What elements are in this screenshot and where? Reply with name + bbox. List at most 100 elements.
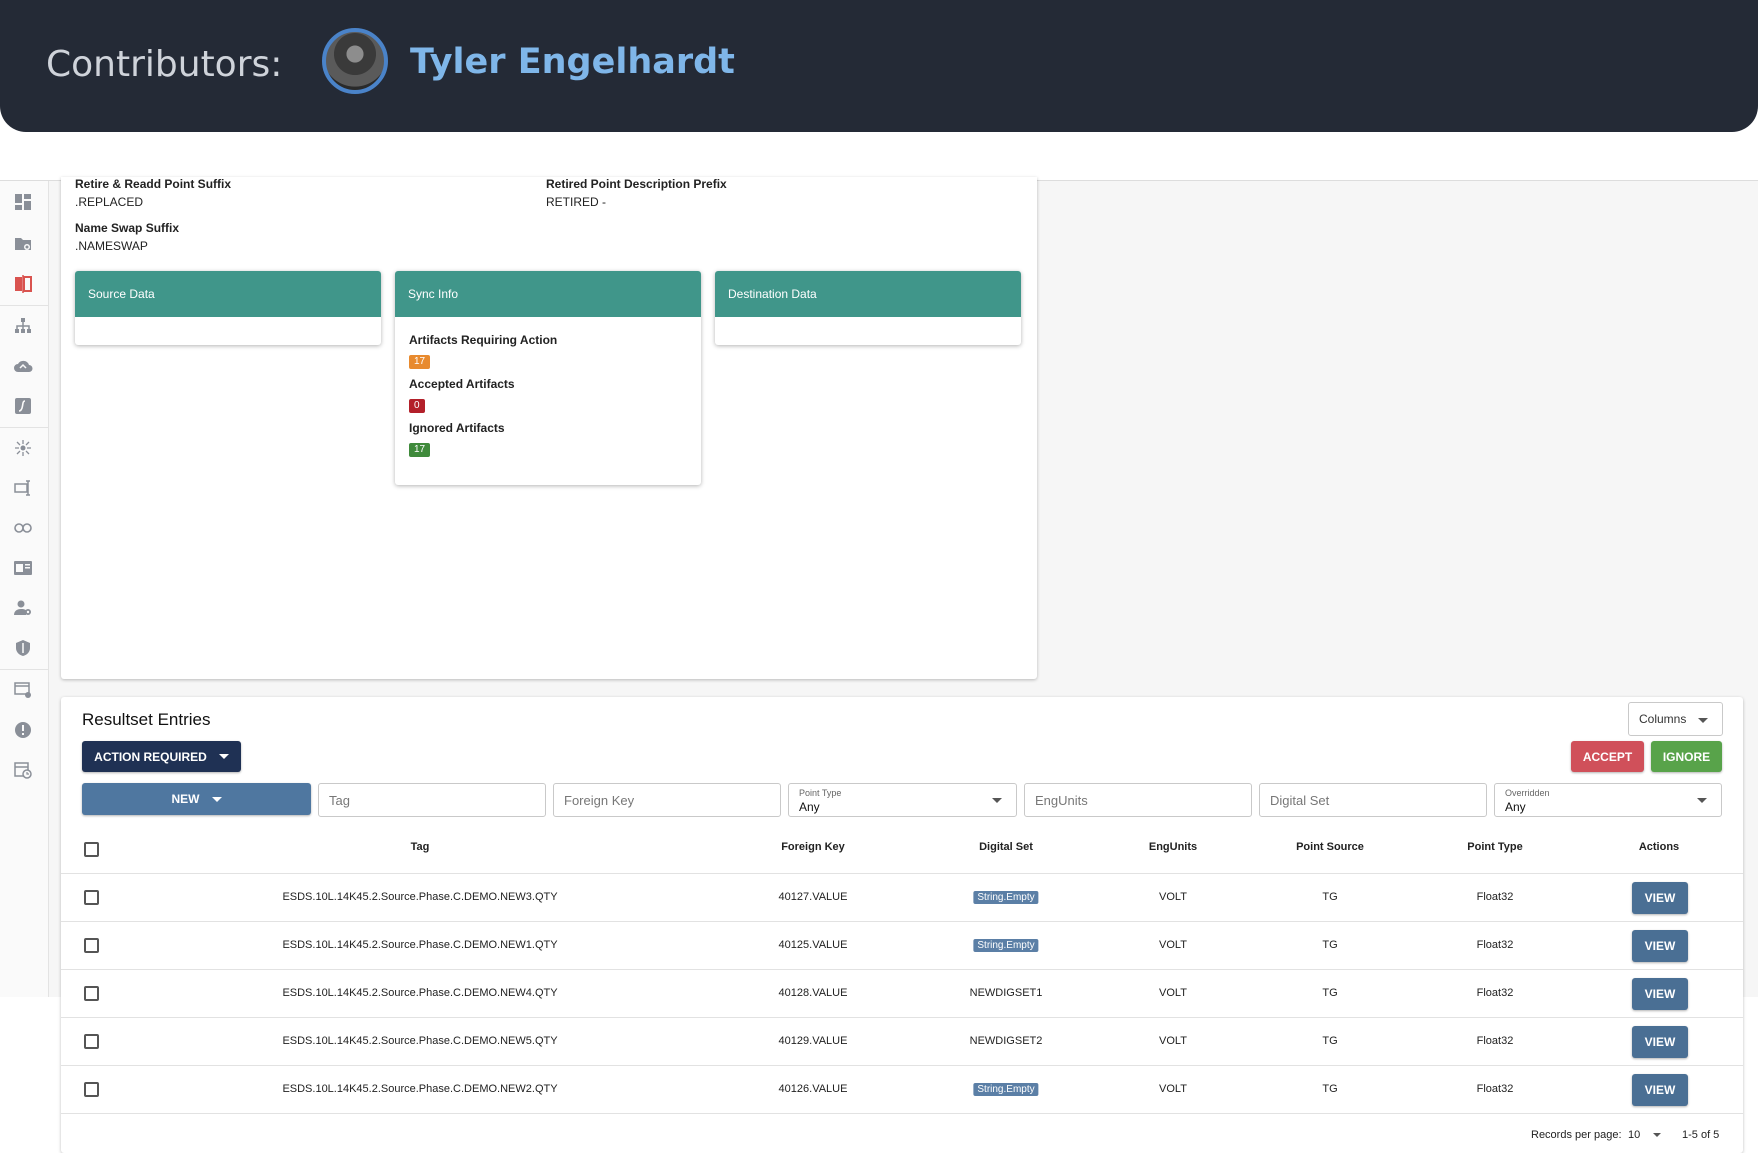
table-row: ESDS.10L.14K45.2.Source.Phase.C.DEMO.NEW… (61, 1017, 1743, 1066)
row-digital-set: NEWDIGSET2 (969, 1035, 1043, 1047)
select-all-checkbox[interactable] (84, 842, 99, 857)
new-status-label: NEW (171, 792, 200, 806)
row-ps: TG (1322, 987, 1338, 999)
point-type-select[interactable]: Point Type Any (788, 783, 1017, 817)
action-required-label: ACTION REQUIRED (94, 749, 207, 764)
engunits-filter-input[interactable]: EngUnits (1024, 783, 1252, 817)
cloud-sync-icon[interactable] (12, 355, 34, 377)
user-settings-icon[interactable] (12, 597, 34, 619)
row-fk: 40127.VALUE (778, 891, 848, 903)
table-row: ESDS.10L.14K45.2.Source.Phase.C.DEMO.NEW… (61, 1065, 1743, 1114)
resultset-panel: Resultset Entries Columns ACTION REQUIRE… (61, 697, 1743, 1153)
row-tag: ESDS.10L.14K45.2.Source.Phase.C.DEMO.NEW… (282, 1083, 558, 1095)
table-row: ESDS.10L.14K45.2.Source.Phase.C.DEMO.NEW… (61, 921, 1743, 970)
new-status-dropdown[interactable]: NEW (82, 783, 311, 815)
row-ps: TG (1322, 939, 1338, 951)
calendar-clock-icon[interactable] (12, 759, 34, 781)
sync-details-panel: Retire & Readd Point Suffix .REPLACED Re… (61, 177, 1037, 679)
function-icon[interactable] (12, 395, 34, 417)
chevron-down-icon (992, 798, 1002, 803)
retired-prefix-value: RETIRED - (546, 195, 606, 209)
contributor-name[interactable]: Tyler Engelhardt (410, 42, 735, 82)
accept-button[interactable]: ACCEPT (1571, 741, 1644, 772)
source-data-card: Source Data (75, 271, 381, 345)
view-button[interactable]: VIEW (1632, 1026, 1688, 1058)
row-pt: Float32 (1476, 1035, 1514, 1047)
row-fk: 40128.VALUE (778, 987, 848, 999)
col-digital-set[interactable]: Digital Set (979, 841, 1033, 853)
table-row: ESDS.10L.14K45.2.Source.Phase.C.DEMO.NEW… (61, 873, 1743, 922)
contributors-label: Contributors: (46, 44, 283, 85)
row-fk: 40125.VALUE (778, 939, 848, 951)
row-ps: TG (1322, 1035, 1338, 1047)
text-edit-icon[interactable] (12, 477, 34, 499)
records-per-page-label: Records per page: (1531, 1129, 1622, 1141)
row-digital-set: String.Empty (973, 891, 1039, 904)
tag-filter-input[interactable]: Tag (318, 783, 546, 817)
chevron-down-icon (1697, 798, 1707, 803)
col-foreign-key[interactable]: Foreign Key (781, 841, 845, 853)
avatar[interactable] (322, 28, 388, 94)
accepted-badge: 0 (409, 399, 425, 413)
link-icon[interactable] (12, 517, 34, 539)
row-tag: ESDS.10L.14K45.2.Source.Phase.C.DEMO.NEW… (282, 939, 558, 951)
row-checkbox[interactable] (84, 1034, 99, 1049)
row-tag: ESDS.10L.14K45.2.Source.Phase.C.DEMO.NEW… (282, 1035, 558, 1047)
row-eu: VOLT (1159, 987, 1187, 999)
network-node-icon[interactable] (12, 437, 34, 459)
folder-settings-icon[interactable] (12, 233, 34, 255)
col-engunits[interactable]: EngUnits (1149, 841, 1197, 853)
sync-info-card: Sync Info Artifacts Requiring Action 17 … (395, 271, 701, 485)
columns-label: Columns (1639, 712, 1687, 726)
col-actions: Actions (1638, 841, 1680, 853)
chevron-down-icon (1653, 1133, 1662, 1138)
accepted-label: Accepted Artifacts (409, 377, 515, 391)
overridden-select[interactable]: Overridden Any (1494, 783, 1722, 817)
row-checkbox[interactable] (84, 986, 99, 1001)
foreign-key-filter-input[interactable]: Foreign Key (553, 783, 781, 817)
dashboard-icon[interactable] (12, 191, 34, 213)
action-required-dropdown[interactable]: ACTION REQUIRED (82, 741, 241, 772)
col-point-type[interactable]: Point Type (1467, 841, 1522, 853)
app-area: Retire & Readd Point Suffix .REPLACED Re… (0, 177, 1758, 1153)
ignored-label: Ignored Artifacts (409, 421, 505, 435)
alert-gear-icon[interactable] (12, 719, 34, 741)
hierarchy-icon[interactable] (12, 315, 34, 337)
col-point-source[interactable]: Point Source (1296, 841, 1364, 853)
columns-button[interactable]: Columns (1628, 702, 1723, 736)
row-checkbox[interactable] (84, 890, 99, 905)
row-digital-set: NEWDIGSET1 (969, 987, 1043, 999)
requiring-action-badge: 17 (409, 355, 431, 369)
row-ps: TG (1322, 891, 1338, 903)
row-eu: VOLT (1159, 939, 1187, 951)
row-ps: TG (1322, 1083, 1338, 1095)
name-swap-value: .NAMESWAP (75, 239, 148, 253)
card-list-icon[interactable] (12, 557, 34, 579)
row-fk: 40126.VALUE (778, 1083, 848, 1095)
row-pt: Float32 (1476, 987, 1514, 999)
row-tag: ESDS.10L.14K45.2.Source.Phase.C.DEMO.NEW… (282, 891, 558, 903)
resultset-title: Resultset Entries (82, 710, 211, 729)
destination-data-title: Destination Data (715, 271, 1021, 317)
row-fk: 40129.VALUE (778, 1035, 848, 1047)
view-button[interactable]: VIEW (1632, 882, 1688, 914)
ignore-button[interactable]: IGNORE (1651, 741, 1722, 772)
source-data-title: Source Data (75, 271, 381, 317)
table-row: ESDS.10L.14K45.2.Source.Phase.C.DEMO.NEW… (61, 969, 1743, 1018)
compare-icon[interactable] (12, 273, 34, 295)
digital-set-filter-input[interactable]: Digital Set (1259, 783, 1487, 817)
view-button[interactable]: VIEW (1632, 930, 1688, 962)
col-tag[interactable]: Tag (411, 841, 430, 853)
retire-suffix-value: .REPLACED (75, 195, 144, 209)
chevron-down-icon (211, 796, 222, 802)
retired-prefix-label: Retired Point Description Prefix (546, 177, 727, 191)
row-eu: VOLT (1159, 891, 1187, 903)
row-checkbox[interactable] (84, 938, 99, 953)
view-button[interactable]: VIEW (1632, 978, 1688, 1010)
view-button[interactable]: VIEW (1632, 1074, 1688, 1106)
records-per-page-select[interactable]: 10 (1628, 1129, 1662, 1141)
name-swap-label: Name Swap Suffix (75, 221, 180, 235)
window-settings-icon[interactable] (12, 679, 34, 701)
shield-icon[interactable] (12, 637, 34, 659)
row-checkbox[interactable] (84, 1082, 99, 1097)
